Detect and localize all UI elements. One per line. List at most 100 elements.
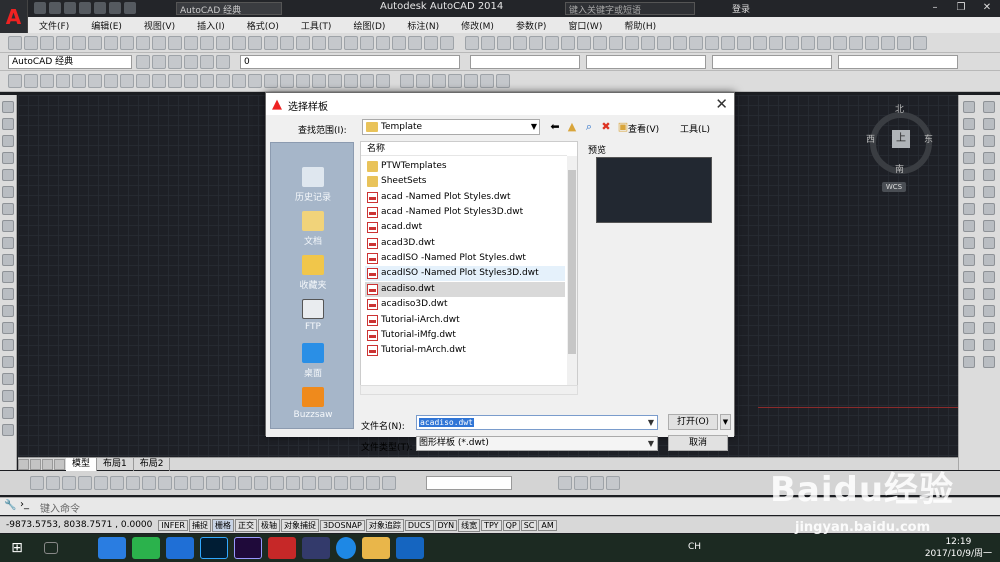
status-sc[interactable]: SC [520, 519, 538, 531]
tool-icon[interactable] [360, 74, 374, 88]
vertical-scrollbar[interactable] [567, 156, 577, 385]
close-icon[interactable]: ✕ [974, 0, 1000, 16]
file-list[interactable]: 名称 PTWTemplates SheetSets acad -Named Pl… [360, 141, 578, 386]
tool-icon[interactable] [465, 36, 479, 50]
workspace-combo[interactable]: AutoCAD 经典 [8, 55, 132, 69]
login-button[interactable]: 登录 [732, 2, 750, 15]
tool-icon[interactable] [983, 305, 995, 317]
tool-icon[interactable] [184, 74, 198, 88]
tool-icon[interactable] [312, 36, 326, 50]
menu-tools[interactable]: 工具(T) [290, 19, 343, 32]
tool-icon[interactable] [24, 36, 38, 50]
tool-icon[interactable] [497, 36, 511, 50]
list-item-file[interactable]: acadISO -Named Plot Styles.dwt [365, 251, 565, 266]
qq-browser-icon[interactable] [98, 537, 126, 559]
tool-icon[interactable] [983, 220, 995, 232]
tool-icon[interactable] [8, 36, 22, 50]
tool-icon[interactable] [983, 356, 995, 368]
ie-icon[interactable] [166, 537, 194, 559]
tool-icon[interactable] [344, 74, 358, 88]
tool-icon[interactable] [184, 55, 198, 69]
status-ducs[interactable]: DUCS [404, 519, 434, 531]
tool-icon[interactable] [216, 74, 230, 88]
offset-icon[interactable] [963, 152, 975, 164]
tool-icon[interactable] [120, 36, 134, 50]
status-lineweight[interactable]: 线宽 [458, 518, 481, 532]
make-block-icon[interactable] [2, 305, 14, 317]
tool-icon[interactable] [657, 36, 671, 50]
save-as-icon[interactable] [79, 2, 91, 14]
after-effects-icon[interactable] [234, 537, 262, 559]
tool-icon[interactable] [481, 36, 495, 50]
tool-icon[interactable] [30, 476, 44, 490]
tool-icon[interactable] [184, 36, 198, 50]
tool-icon[interactable] [174, 476, 188, 490]
system-clock[interactable]: 12:19 2017/10/9/周一 [925, 536, 992, 560]
menu-edit[interactable]: 编辑(E) [80, 19, 133, 32]
tool-icon[interactable] [72, 36, 86, 50]
tool-icon[interactable] [200, 55, 214, 69]
place-documents[interactable]: 文档 [271, 211, 355, 247]
tool-icon[interactable] [376, 36, 390, 50]
tool-icon[interactable] [408, 36, 422, 50]
file-name-input[interactable]: acadiso.dwt ▼ [416, 415, 658, 430]
tool-icon[interactable] [983, 339, 995, 351]
plotstyle-combo[interactable] [838, 55, 958, 69]
minimize-icon[interactable]: – [922, 0, 948, 16]
name-column-header[interactable]: 名称 [361, 142, 567, 156]
workspace-settings-icon[interactable] [136, 55, 150, 69]
tool-icon[interactable] [801, 36, 815, 50]
tool-icon[interactable] [440, 36, 454, 50]
tool-icon[interactable] [328, 36, 342, 50]
open-button[interactable]: 打开(O) [668, 414, 718, 430]
list-item-file-selected[interactable]: acadiso.dwt [365, 282, 565, 297]
list-item-file-hovered[interactable]: acadISO -Named Plot Styles3D.dwt [365, 266, 565, 281]
polyline-icon[interactable] [2, 135, 14, 147]
tool-icon[interactable] [983, 186, 995, 198]
tab-next-icon[interactable] [42, 458, 53, 470]
tool-icon[interactable] [983, 152, 995, 164]
delete-icon[interactable]: ✖ [599, 120, 613, 134]
look-in-combo[interactable]: Template ▼ [362, 119, 540, 135]
tool-icon[interactable] [286, 476, 300, 490]
tool-icon[interactable] [983, 135, 995, 147]
tool-icon[interactable] [94, 476, 108, 490]
status-osnap[interactable]: 对象捕捉 [280, 518, 319, 532]
tool-icon[interactable] [849, 36, 863, 50]
ellipse-icon[interactable] [2, 254, 14, 266]
open-icon[interactable] [49, 2, 61, 14]
tool-icon[interactable] [296, 74, 310, 88]
copy-icon[interactable] [963, 118, 975, 130]
tool-icon[interactable] [270, 476, 284, 490]
tool-icon[interactable] [190, 476, 204, 490]
tool-icon[interactable] [56, 74, 70, 88]
tool-icon[interactable] [88, 74, 102, 88]
tool-icon[interactable] [366, 476, 380, 490]
tool-icon[interactable] [753, 36, 767, 50]
status-qp[interactable]: QP [502, 519, 520, 531]
tool-icon[interactable] [248, 74, 262, 88]
linetype-combo[interactable] [586, 55, 706, 69]
tool-icon[interactable] [983, 203, 995, 215]
back-icon[interactable]: ⬅ [548, 120, 562, 134]
menu-help[interactable]: 帮助(H) [613, 19, 667, 32]
tab-first-icon[interactable] [18, 458, 29, 470]
menu-dimension[interactable]: 标注(N) [396, 19, 450, 32]
help-search-input[interactable]: 键入关键字或短语 [565, 2, 695, 16]
tool-icon[interactable] [264, 36, 278, 50]
tool-icon[interactable] [8, 74, 22, 88]
move-icon[interactable] [963, 186, 975, 198]
mirror-icon[interactable] [963, 135, 975, 147]
tool-icon[interactable] [280, 74, 294, 88]
tool-icon[interactable] [248, 36, 262, 50]
tool-icon[interactable] [136, 36, 150, 50]
tool-icon[interactable] [513, 36, 527, 50]
menu-format[interactable]: 格式(O) [236, 19, 290, 32]
tool-icon[interactable] [24, 74, 38, 88]
redo-icon[interactable] [124, 2, 136, 14]
layer-combo[interactable]: 0 [240, 55, 460, 69]
tool-icon[interactable] [593, 36, 607, 50]
tool-icon[interactable] [200, 74, 214, 88]
dimension-style-combo[interactable] [426, 476, 512, 490]
search-web-icon[interactable]: ⌕ [582, 120, 596, 134]
